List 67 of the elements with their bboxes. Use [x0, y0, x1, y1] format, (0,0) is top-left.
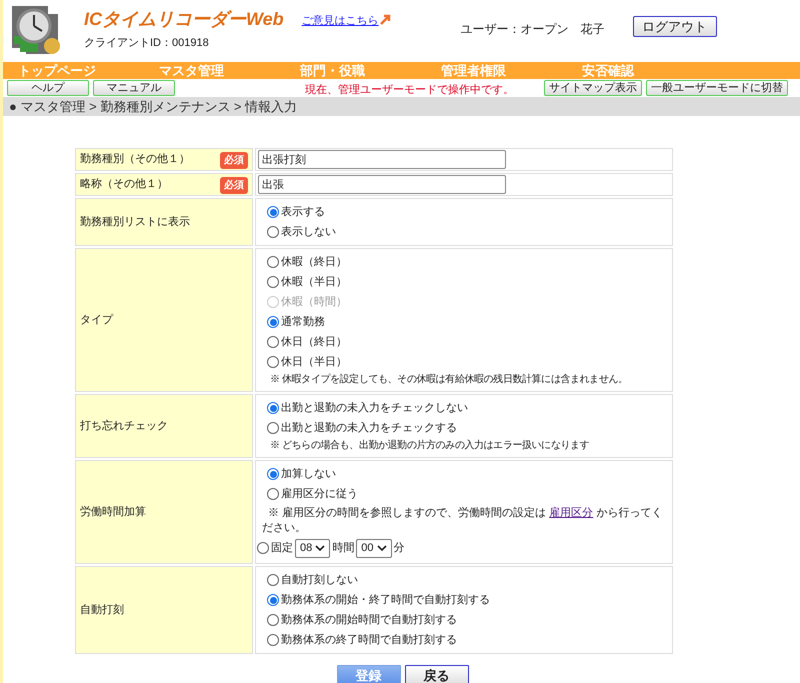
mode-button[interactable]: サイトマップ表示 [544, 80, 642, 96]
radio-button[interactable] [267, 468, 279, 480]
dropdown[interactable]: 08 [295, 538, 330, 558]
radio-button[interactable] [257, 542, 269, 554]
option-label: 休暇（半日） [281, 274, 347, 290]
option-label: 休日（終日） [281, 334, 347, 350]
radio-button[interactable] [267, 356, 279, 368]
option-label: 出勤と退勤の未入力をチェックする [281, 420, 457, 436]
radio-button[interactable] [267, 402, 279, 414]
field-label: タイプ [80, 312, 113, 328]
breadcrumb: ● マスタ管理 > 勤務種別メンテナンス > 情報入力 [3, 97, 800, 116]
option-label: 休暇（時間） [281, 294, 347, 310]
client-id: クライアントID：001918 [84, 36, 210, 51]
radio-button[interactable] [267, 316, 279, 328]
option-label: 表示する [281, 204, 325, 220]
option-label: 自動打刻しない [281, 572, 358, 588]
required-badge: 必須 [220, 177, 248, 194]
radio-button[interactable] [267, 574, 279, 586]
radio-button[interactable] [267, 594, 279, 606]
unit-label: 時間 [332, 540, 354, 556]
option-label: 通常勤務 [281, 314, 325, 330]
radio-button[interactable] [267, 276, 279, 288]
mode-notice: 現在、管理ユーザーモードで操作中です。 [305, 82, 514, 98]
chevron-down-icon [315, 545, 326, 551]
radio-button[interactable] [267, 206, 279, 218]
field-label: 略称（その他１） [80, 177, 168, 192]
required-badge: 必須 [220, 152, 248, 169]
field-label: 勤務種別リストに表示 [80, 214, 190, 230]
manual-button[interactable]: マニュアル [93, 80, 175, 96]
chevron-down-icon [376, 545, 386, 551]
radio-button[interactable] [267, 256, 279, 268]
note-text: ※ 雇用区分の時間を参照しますので、労働時間の設定は 雇用区分 から行ってください。 [261, 506, 664, 536]
field-label: 労働時間加算 [80, 504, 146, 520]
option-label: 休暇（終日） [281, 254, 347, 270]
option-label: 加算しない [281, 466, 336, 482]
text-input[interactable]: 出張打刻 [258, 150, 506, 169]
option-label: 出勤と退勤の未入力をチェックしない [281, 400, 468, 416]
radio-button[interactable] [267, 336, 279, 348]
radio-button[interactable] [267, 226, 279, 238]
option-label: 勤務体系の開始・終了時間で自動打刻する [281, 592, 490, 608]
app-title: ICタイムリコーダーWeb [84, 8, 284, 31]
option-label: 休日（半日） [281, 354, 347, 370]
logout-button[interactable]: ログアウト [632, 16, 717, 37]
radio-button[interactable] [267, 422, 279, 434]
option-label: 固定 [271, 540, 293, 556]
radio-button[interactable] [267, 634, 279, 646]
field-label: 自動打刻 [80, 602, 124, 618]
help-button[interactable]: ヘルプ [7, 80, 89, 96]
back-button[interactable]: 戻る [404, 665, 468, 683]
option-label: 勤務体系の開始時間で自動打刻する [281, 612, 457, 628]
note-text: ※ どちらの場合も、出勤か退勤の片方のみの入力はエラー扱いになります [269, 438, 590, 453]
user-name: ユーザー：オープン 花子 [460, 21, 605, 38]
option-label: 表示しない [281, 224, 336, 240]
field-label: 勤務種別（その他１） [80, 152, 190, 167]
note-text: ※ 休暇タイプを設定しても、その休暇は有給休暇の残日数計算には含まれません。 [269, 372, 629, 387]
unit-label: 分 [394, 540, 404, 556]
text-input[interactable]: 出張 [258, 175, 506, 194]
field-label: 打ち忘れチェック [80, 418, 168, 434]
radio-button[interactable] [267, 488, 279, 500]
employment-link[interactable]: 雇用区分 [549, 507, 594, 519]
mode-button[interactable]: 一般ユーザーモードに切替 [646, 80, 788, 96]
radio-button[interactable] [267, 614, 279, 626]
arrow-icon [378, 14, 391, 26]
dropdown[interactable]: 00 [356, 538, 392, 558]
feedback-link[interactable]: ご意見はこちら [302, 13, 379, 30]
option-label: 雇用区分に従う [281, 486, 358, 502]
option-label: 勤務体系の終了時間で自動打刻する [281, 632, 457, 648]
